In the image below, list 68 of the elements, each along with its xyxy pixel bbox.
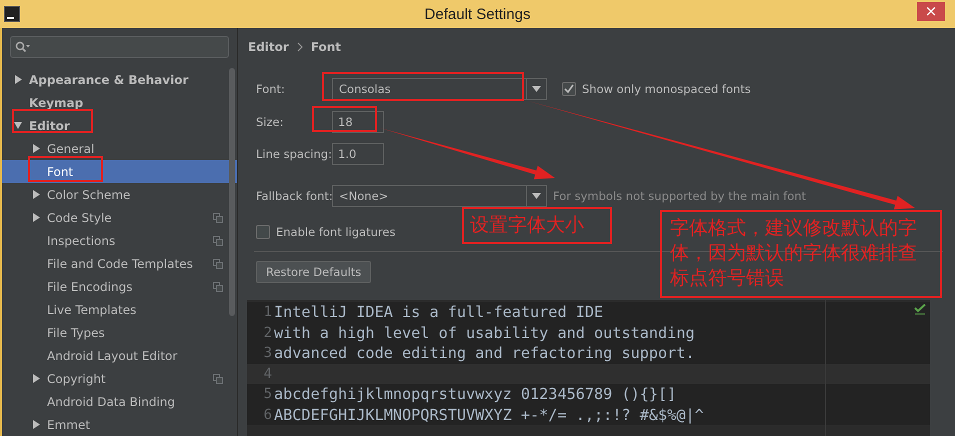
expand-arrow-icon[interactable] bbox=[32, 374, 40, 383]
tree-item[interactable]: File Types bbox=[2, 321, 237, 344]
fallback-hint: For symbols not supported by the main font bbox=[553, 189, 806, 203]
line-spacing-label: Line spacing: bbox=[256, 147, 332, 161]
caret-icon bbox=[532, 86, 541, 92]
expand-arrow-icon[interactable] bbox=[32, 190, 40, 199]
dropdown-button[interactable] bbox=[527, 78, 547, 100]
dropdown-button[interactable] bbox=[527, 185, 547, 207]
ligatures-checkbox[interactable]: Enable font ligatures bbox=[256, 225, 396, 239]
tree-item[interactable]: Android Data Binding bbox=[2, 390, 237, 413]
collapse-arrow-icon[interactable] bbox=[14, 121, 22, 130]
size-field[interactable]: 18 bbox=[332, 111, 384, 133]
tree-item[interactable]: File and Code Templates bbox=[2, 252, 237, 275]
code-line: abcdefghijklmnopqrstuvwxyz 0123456789 (){}[] bbox=[274, 385, 676, 404]
line-number: 5 bbox=[262, 385, 273, 404]
font-dropdown[interactable]: Consolas bbox=[332, 78, 527, 100]
tree-item[interactable]: Color Scheme bbox=[2, 183, 237, 206]
copy-icon bbox=[213, 374, 223, 384]
code-line: ABCDEFGHIJKLMNOPQRSTUVWXYZ +-*/= .,;:!? #&$%@|^ bbox=[274, 406, 704, 424]
checkmark-icon bbox=[563, 83, 575, 95]
line-number: 2 bbox=[262, 324, 273, 343]
check-icon bbox=[914, 304, 926, 315]
app-icon bbox=[4, 6, 20, 22]
tree-item[interactable]: Keymap bbox=[2, 91, 237, 114]
code-line: with a high level of usability and outstanding bbox=[274, 324, 695, 342]
search-icon bbox=[15, 41, 31, 53]
monospaced-checkbox[interactable]: Show only monospaced fonts bbox=[562, 82, 751, 96]
tree-item[interactable]: Editor bbox=[2, 114, 237, 137]
chevron-icon bbox=[296, 42, 303, 52]
tree-item[interactable]: Appearance & Behavior bbox=[2, 68, 237, 91]
fallback-font-label: Fallback font: bbox=[256, 189, 332, 203]
expand-arrow-icon[interactable] bbox=[32, 213, 40, 222]
line-number: 6 bbox=[262, 406, 273, 425]
tree-item[interactable]: File Encodings bbox=[2, 275, 237, 298]
fallback-font-dropdown[interactable]: <None> bbox=[332, 185, 527, 207]
annotation-note: 设置字体大小 bbox=[462, 207, 612, 244]
tree-item[interactable]: Android Layout Editor bbox=[2, 344, 237, 367]
scrollbar-thumb[interactable] bbox=[229, 68, 235, 316]
tree-item[interactable]: Emmet bbox=[2, 413, 237, 436]
tree-item[interactable]: Copyright bbox=[2, 367, 237, 390]
annotation-note: 字体格式，建议修改默认的字体，因为默认的字体很难排查标点符号错误 bbox=[660, 210, 942, 298]
font-label: Font: bbox=[256, 82, 286, 96]
breadcrumb-item[interactable]: Font bbox=[310, 40, 342, 54]
caret-icon bbox=[532, 193, 541, 199]
expand-arrow-icon[interactable] bbox=[14, 75, 22, 84]
tree-item[interactable]: Font bbox=[2, 160, 237, 183]
restore-defaults-button[interactable]: Restore Defaults bbox=[256, 261, 372, 283]
breadcrumb-item[interactable]: Editor bbox=[248, 40, 289, 54]
line-number: 1 bbox=[262, 303, 273, 322]
tree-item[interactable]: General bbox=[2, 137, 237, 160]
line-number: 3 bbox=[262, 344, 273, 364]
search-field[interactable] bbox=[10, 36, 229, 58]
highlight-frame bbox=[312, 106, 377, 132]
tree-item[interactable]: Live Templates bbox=[2, 298, 237, 321]
copy-icon bbox=[213, 282, 223, 292]
window-title: Default Settings bbox=[424, 6, 530, 22]
copy-icon bbox=[213, 258, 223, 268]
tree-item[interactable]: Code Style bbox=[2, 206, 237, 229]
size-label: Size: bbox=[256, 115, 284, 129]
expand-arrow-icon[interactable] bbox=[32, 420, 40, 429]
code-line: IntelliJ IDEA is a full-featured IDE bbox=[274, 303, 604, 322]
line-spacing-field[interactable]: 1.0 bbox=[332, 143, 384, 165]
expand-arrow-icon[interactable] bbox=[32, 144, 40, 153]
copy-icon bbox=[213, 212, 223, 222]
close-button[interactable]: × bbox=[917, 2, 945, 21]
copy-icon bbox=[213, 236, 223, 246]
code-line: advanced code editing and refactoring support. bbox=[274, 344, 695, 362]
tree-item[interactable]: Inspections bbox=[2, 229, 237, 252]
